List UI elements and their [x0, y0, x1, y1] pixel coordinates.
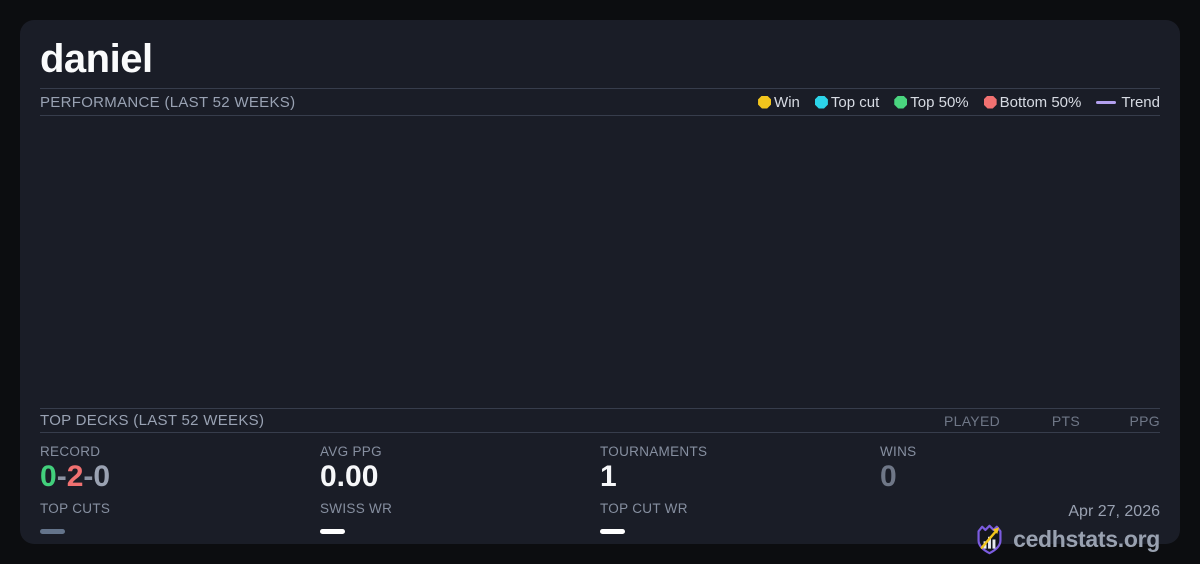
top-decks-title: TOP DECKS (LAST 52 WEEKS): [40, 412, 265, 429]
chart-legend: Win Top cut Top 50% Bottom 50% Trend: [758, 94, 1160, 111]
stat-column-record: RECORD 0-2-0 TOP CUTS: [40, 444, 320, 556]
swiss-wr-empty-dash: [320, 529, 345, 534]
stat-column-ppg: AVG PPG 0.00 SWISS WR: [320, 444, 600, 556]
stat-label: RECORD: [40, 444, 101, 459]
player-stats-card: daniel PERFORMANCE (LAST 52 WEEKS) Win T…: [20, 20, 1180, 555]
column-header-pts: PTS: [1051, 412, 1080, 429]
stat-tournaments: TOURNAMENTS 1: [600, 444, 880, 494]
legend-label: Top 50%: [910, 93, 969, 111]
stat-label: WINS: [880, 444, 917, 459]
legend-label: Top cut: [830, 93, 880, 111]
page-background: daniel PERFORMANCE (LAST 52 WEEKS) Win T…: [0, 0, 1200, 564]
stat-top-cut-wr: TOP CUT WR: [600, 501, 880, 534]
legend-item-bottom-50[interactable]: Bottom 50%: [983, 93, 1082, 111]
stat-avg-ppg: AVG PPG 0.00: [320, 444, 600, 494]
legend-item-trend[interactable]: Trend: [1096, 94, 1160, 111]
stat-label: AVG PPG: [320, 444, 382, 459]
top-cut-wr-empty-dash: [600, 529, 625, 534]
top-cut-marker-icon: [814, 95, 828, 109]
column-header-ppg: PPG: [1129, 412, 1160, 429]
win-marker-icon: [758, 95, 772, 109]
record-draws: 0: [93, 460, 111, 493]
stat-label: SWISS WR: [320, 501, 393, 516]
record-separator: -: [56, 460, 67, 493]
stat-label: TOURNAMENTS: [600, 444, 708, 459]
stat-wins: WINS 0: [880, 444, 1160, 494]
stat-record: RECORD 0-2-0: [40, 444, 320, 494]
brand-link[interactable]: cedhstats.org: [880, 523, 1160, 556]
top-50-marker-icon: [894, 95, 908, 109]
tournaments-value: 1: [600, 460, 617, 493]
legend-item-win[interactable]: Win: [758, 94, 800, 111]
date-label: Apr 27, 2026: [1068, 503, 1160, 520]
stat-swiss-wr: SWISS WR: [320, 501, 600, 534]
stat-column-tournaments: TOURNAMENTS 1 TOP CUT WR: [600, 444, 880, 556]
record-losses: 2: [66, 460, 84, 493]
stat-label: TOP CUT WR: [600, 501, 688, 516]
record-value: 0-2-0: [40, 460, 320, 494]
summary-stats-grid: RECORD 0-2-0 TOP CUTS AVG PPG 0.00 SWISS…: [40, 433, 1160, 556]
bottom-50-marker-icon: [983, 95, 997, 109]
footer: Apr 27, 2026 cedhstats.org: [880, 503, 1160, 556]
record-separator: -: [83, 460, 94, 493]
top-cuts-empty-dash: [40, 529, 65, 534]
trend-line-icon: [1096, 100, 1117, 104]
record-wins: 0: [40, 460, 57, 493]
top-decks-column-headers: PLAYED PTS PPG: [920, 413, 1160, 429]
cedhstats-shield-logo-icon: [977, 524, 1002, 555]
brand-name: cedhstats.org: [1013, 526, 1160, 552]
wins-value: 0: [880, 460, 897, 493]
avg-ppg-value: 0.00: [320, 460, 379, 493]
stat-label: TOP CUTS: [40, 501, 111, 516]
legend-label: Trend: [1121, 93, 1160, 111]
performance-title: PERFORMANCE (LAST 52 WEEKS): [40, 93, 296, 111]
legend-label: Win: [774, 93, 800, 111]
stat-top-cuts: TOP CUTS: [40, 501, 320, 534]
legend-item-top-cut[interactable]: Top cut: [814, 93, 880, 111]
stat-column-wins: WINS 0 Apr 27, 2026 cedhstats.org: [880, 444, 1160, 556]
top-decks-section-header: TOP DECKS (LAST 52 WEEKS) PLAYED PTS PPG: [40, 408, 1160, 433]
legend-item-top-50[interactable]: Top 50%: [894, 93, 969, 111]
performance-chart: [40, 116, 1160, 408]
performance-section-header: PERFORMANCE (LAST 52 WEEKS) Win Top cut …: [40, 88, 1160, 116]
column-header-played: PLAYED: [943, 412, 1000, 429]
player-name: daniel: [40, 37, 153, 81]
legend-label: Bottom 50%: [999, 93, 1082, 111]
